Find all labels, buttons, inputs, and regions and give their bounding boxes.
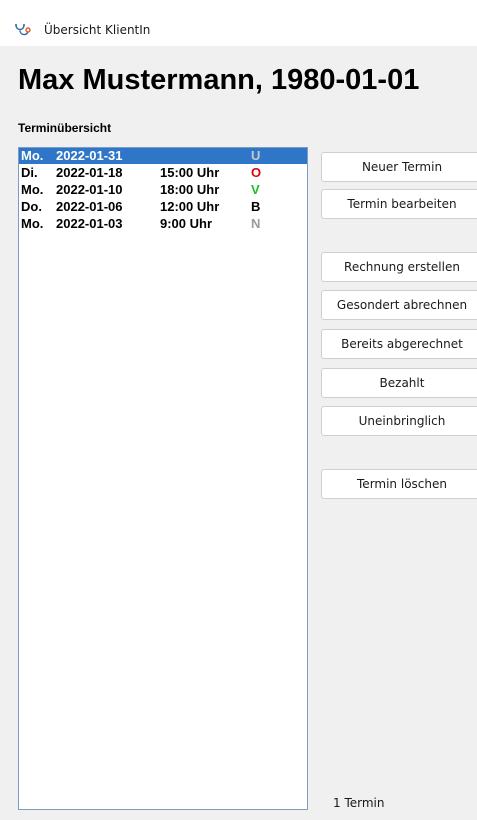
delete-appointment-button[interactable]: Termin löschen (321, 469, 477, 499)
appointment-day: Di. (21, 165, 38, 180)
appointment-date: 2022-01-06 (56, 199, 123, 214)
edit-appointment-button[interactable]: Termin bearbeiten (321, 189, 477, 219)
appointment-time: 15:00 Uhr (160, 165, 220, 180)
appointment-status: V (251, 182, 260, 197)
client-overview-window: Übersicht KlientIn Max Mustermann, 1980-… (0, 0, 477, 820)
appointment-row[interactable]: Mo. 2022-01-31 U (19, 148, 307, 164)
appointment-time: 18:00 Uhr (160, 182, 220, 197)
appointment-day: Mo. (21, 182, 44, 197)
appointment-day: Do. (21, 199, 42, 214)
appointment-date: 2022-01-10 (56, 182, 123, 197)
appointment-row[interactable]: Di. 2022-01-18 15:00 Uhr O (19, 165, 307, 181)
already-billed-button[interactable]: Bereits abgerechnet (321, 329, 477, 359)
appointment-count: 1 Termin (333, 796, 385, 810)
new-appointment-button[interactable]: Neuer Termin (321, 152, 477, 182)
paid-button[interactable]: Bezahlt (321, 368, 477, 398)
appointment-list[interactable]: Mo. 2022-01-31 U Di. 2022-01-18 15:00 Uhr O Mo.… (18, 147, 308, 810)
bill-separately-button[interactable]: Gesondert abrechnen (321, 290, 477, 320)
appointment-status: N (251, 216, 261, 231)
create-invoice-button[interactable]: Rechnung erstellen (321, 252, 477, 282)
uncollectible-button[interactable]: Uneinbringlich (321, 406, 477, 436)
appointment-date: 2022-01-03 (56, 216, 123, 231)
appointment-row[interactable]: Mo. 2022-01-03 9:00 Uhr N (19, 216, 307, 232)
action-buttons: Neuer Termin Termin bearbeiten Rechnung … (321, 0, 477, 820)
appointment-date: 2022-01-18 (56, 165, 123, 180)
window-title: Übersicht KlientIn (44, 23, 151, 37)
appointment-day: Mo. (21, 148, 44, 163)
appointment-status: O (251, 165, 262, 180)
appointments-section-label: Terminübersicht (18, 121, 112, 135)
appointment-time: 9:00 Uhr (160, 216, 213, 231)
appointment-row[interactable]: Do. 2022-01-06 12:00 Uhr B (19, 199, 307, 215)
stethoscope-icon (15, 24, 31, 36)
appointment-day: Mo. (21, 216, 44, 231)
appointment-status: U (251, 148, 261, 163)
appointment-row[interactable]: Mo. 2022-01-10 18:00 Uhr V (19, 182, 307, 198)
appointment-time: 12:00 Uhr (160, 199, 220, 214)
appointment-date: 2022-01-31 (56, 148, 123, 163)
appointment-status: B (251, 199, 261, 214)
